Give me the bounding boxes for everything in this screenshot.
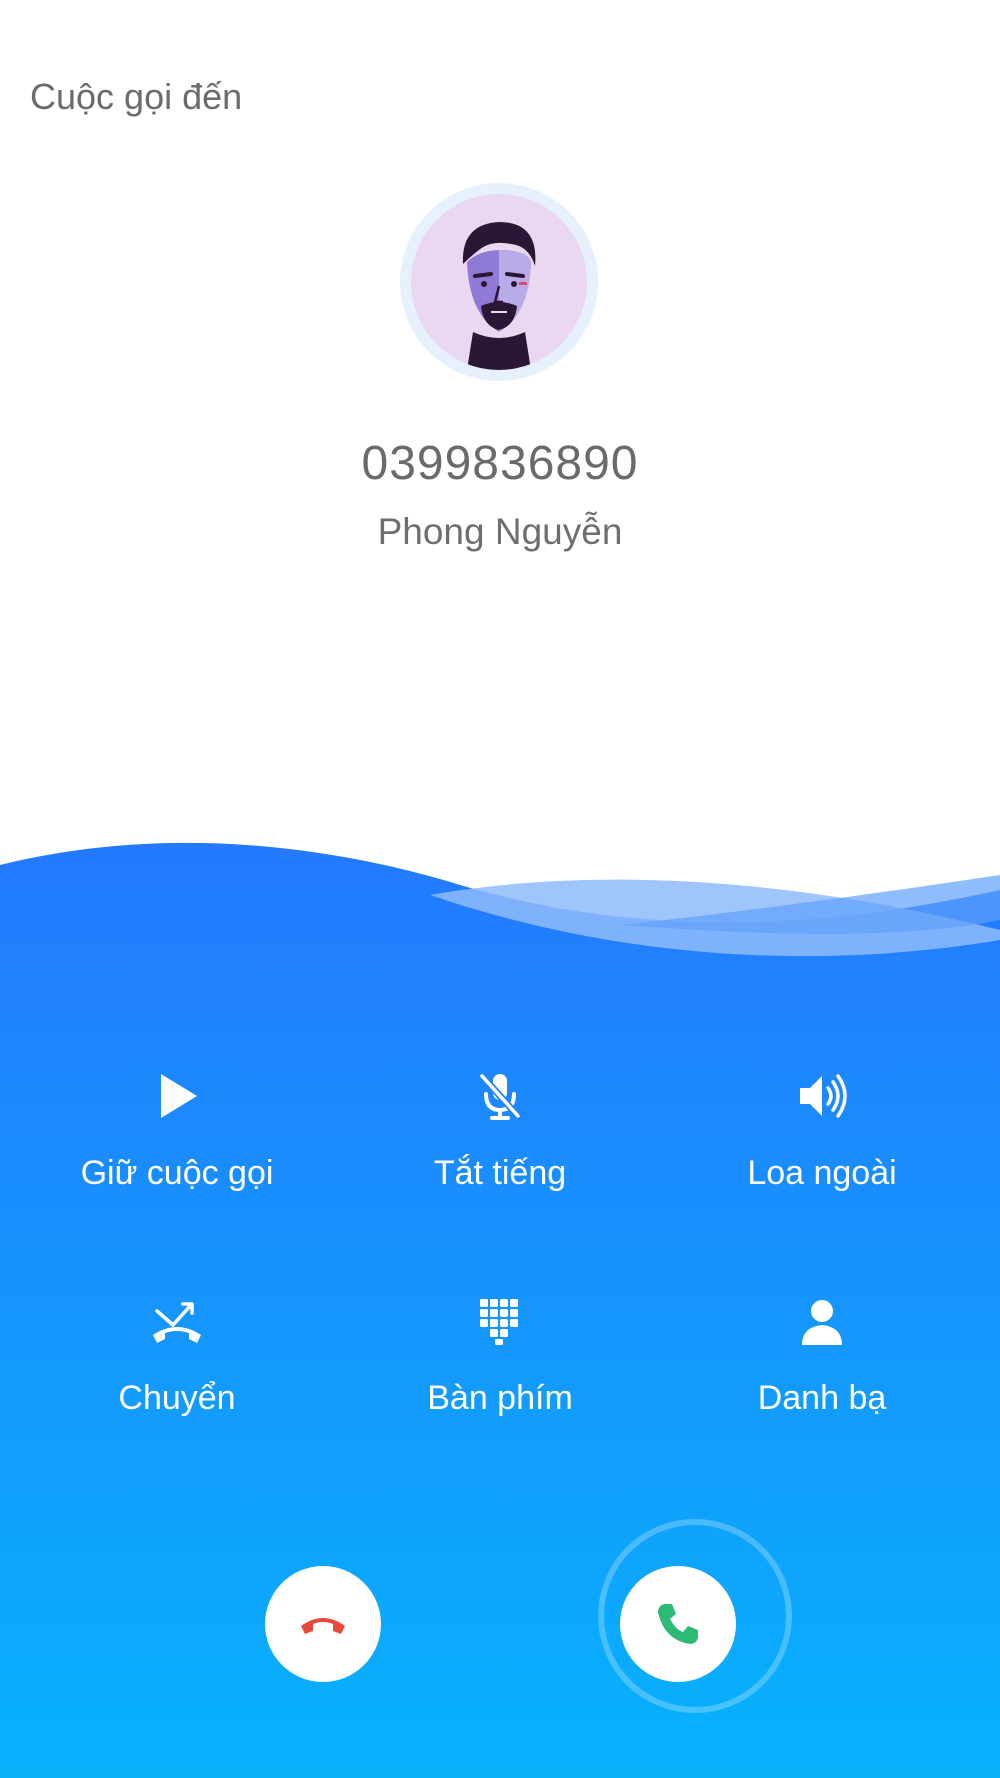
transfer-label: Chuyển <box>118 1379 236 1417</box>
keypad-icon <box>480 1299 518 1345</box>
caller-number: 0399836890 <box>361 437 639 490</box>
mic-off-icon <box>478 1072 522 1120</box>
mute-label: Tắt tiếng <box>433 1154 567 1192</box>
hold-call-label: Giữ cuộc gọi <box>80 1154 274 1192</box>
contacts-button[interactable]: Danh bạ <box>672 1291 972 1418</box>
caller-name: Phong Nguyễn <box>377 511 623 552</box>
speaker-label: Loa ngoài <box>747 1154 897 1192</box>
hangup-icon <box>301 1618 345 1634</box>
speaker-icon <box>800 1074 847 1118</box>
accept-call-button[interactable] <box>620 1566 736 1682</box>
phone-icon <box>658 1604 698 1644</box>
page-title: Cuộc gọi đến <box>30 76 243 117</box>
contact-icon <box>802 1300 842 1345</box>
hold-call-button[interactable]: Giữ cuộc gọi <box>27 1066 327 1193</box>
mute-button[interactable]: Tắt tiếng <box>350 1066 650 1193</box>
speaker-button[interactable]: Loa ngoài <box>672 1066 972 1193</box>
decline-call-button[interactable] <box>265 1566 381 1682</box>
person-portrait-icon <box>411 194 587 370</box>
play-icon <box>161 1074 197 1118</box>
contacts-label: Danh bạ <box>757 1379 887 1417</box>
keypad-label: Bàn phím <box>427 1379 573 1417</box>
keypad-button[interactable]: Bàn phím <box>350 1291 650 1418</box>
call-transfer-icon <box>153 1302 201 1343</box>
avatar <box>411 194 587 370</box>
transfer-button[interactable]: Chuyển <box>27 1291 327 1418</box>
